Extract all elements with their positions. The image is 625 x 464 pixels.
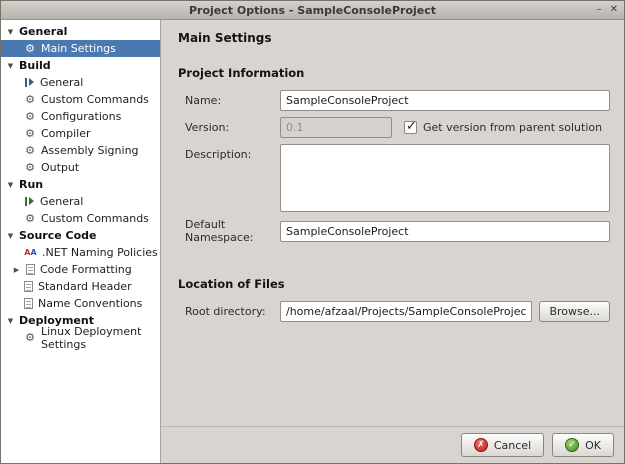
gear-icon: ⚙ [25, 110, 35, 123]
ok-button-label: OK [585, 438, 601, 452]
ok-button[interactable]: ✓ OK [552, 433, 614, 457]
tree-section-general[interactable]: ▼ General [1, 23, 160, 40]
cancel-x-icon: ✗ [473, 438, 488, 452]
gear-icon: ⚙ [25, 93, 35, 106]
run-icon [24, 196, 35, 207]
tree-section-build[interactable]: ▼ Build [1, 57, 160, 74]
close-icon[interactable]: ✕ [610, 5, 618, 15]
name-label: Name: [185, 94, 222, 107]
version-field [280, 117, 392, 138]
tree-item-linux-deployment-settings[interactable]: ⚙ Linux Deployment Settings [1, 325, 160, 351]
gear-icon: ⚙ [25, 42, 35, 55]
gear-icon: ⚙ [25, 127, 35, 140]
chevron-down-icon[interactable]: ▼ [6, 62, 15, 70]
tree-item-compiler[interactable]: ⚙ Compiler [1, 125, 160, 142]
tree-item-run-custom-commands[interactable]: ⚙ Custom Commands [1, 210, 160, 227]
dialog-footer: ✗ Cancel ✓ OK [161, 426, 624, 463]
build-icon [24, 77, 35, 88]
version-from-parent-option[interactable]: Get version from parent solution [404, 119, 603, 134]
main-panel: Main Settings Project Information Name: … [161, 20, 624, 463]
default-namespace-row: Default Namespace: [185, 218, 610, 244]
location-of-files-heading: Location of Files [178, 277, 285, 291]
project-information-heading: Project Information [178, 66, 305, 80]
tree-item-label: Configurations [41, 110, 122, 123]
project-options-dialog: Project Options - SampleConsoleProject –… [0, 0, 625, 464]
options-tree: ▼ General ⚙ Main Settings ▼ Build Genera… [1, 20, 161, 463]
name-row: Name: [185, 90, 610, 111]
tree-section-label: General [19, 25, 68, 38]
tree-section-source-code[interactable]: ▼ Source Code [1, 227, 160, 244]
tree-item-label: Custom Commands [41, 93, 149, 106]
version-label: Version: [185, 121, 230, 134]
tree-section-label: Build [19, 59, 51, 72]
root-directory-row: Root directory: Browse... [185, 301, 610, 322]
gear-icon: ⚙ [25, 331, 35, 344]
project-information-form: Name: Version: Get version from parent s… [178, 90, 610, 244]
main-settings-page: Main Settings Project Information Name: … [161, 20, 624, 426]
cancel-button-label: Cancel [493, 438, 532, 452]
tree-item-name-conventions[interactable]: Name Conventions [1, 295, 160, 312]
chevron-down-icon[interactable]: ▼ [6, 28, 15, 36]
tree-item-label: Main Settings [41, 42, 116, 55]
tree-item-label: Name Conventions [38, 297, 143, 310]
name-field[interactable] [280, 90, 610, 111]
tree-item-assembly-signing[interactable]: ⚙ Assembly Signing [1, 142, 160, 159]
tree-item-net-naming-policies[interactable]: AA .NET Naming Policies [1, 244, 160, 261]
tree-item-custom-commands[interactable]: ⚙ Custom Commands [1, 91, 160, 108]
description-label: Description: [185, 148, 252, 161]
cancel-button[interactable]: ✗ Cancel [460, 433, 545, 457]
tree-section-label: Source Code [19, 229, 97, 242]
root-directory-label: Root directory: [185, 305, 266, 318]
default-namespace-label: Default Namespace: [185, 218, 254, 244]
minimize-icon[interactable]: – [597, 5, 602, 15]
titlebar[interactable]: Project Options - SampleConsoleProject –… [1, 1, 624, 20]
tree-item-label: General [40, 195, 84, 208]
tree-item-label: Custom Commands [41, 212, 149, 225]
tree-item-run-general[interactable]: General [1, 193, 160, 210]
tree-item-label: Linux Deployment Settings [41, 324, 142, 351]
tree-section-label: Run [19, 178, 44, 191]
chevron-right-icon[interactable]: ▶ [12, 266, 21, 274]
default-namespace-field[interactable] [280, 220, 610, 242]
page-title: Main Settings [178, 31, 272, 45]
chevron-down-icon[interactable]: ▼ [6, 232, 15, 240]
browse-button[interactable]: Browse... [539, 301, 610, 322]
window-controls: – ✕ [597, 1, 618, 19]
window-title: Project Options - SampleConsoleProject [188, 3, 437, 17]
gear-icon: ⚙ [25, 212, 35, 225]
chevron-down-icon[interactable]: ▼ [6, 181, 15, 189]
tree-item-label: Standard Header [38, 280, 132, 293]
tree-item-output[interactable]: ⚙ Output [1, 159, 160, 176]
naming-policies-icon: AA [24, 248, 37, 257]
document-icon [24, 298, 33, 309]
description-field[interactable] [280, 144, 610, 212]
tree-item-label: Assembly Signing [41, 144, 139, 157]
gear-icon: ⚙ [25, 161, 35, 174]
document-icon [24, 281, 33, 292]
tree-item-configurations[interactable]: ⚙ Configurations [1, 108, 160, 125]
tree-item-label: .NET Naming Policies [42, 246, 158, 259]
description-row: Description: [185, 144, 610, 212]
gear-icon: ⚙ [25, 144, 35, 157]
ok-check-icon: ✓ [565, 438, 580, 452]
tree-item-standard-header[interactable]: Standard Header [1, 278, 160, 295]
tree-section-run[interactable]: ▼ Run [1, 176, 160, 193]
dialog-body: ▼ General ⚙ Main Settings ▼ Build Genera… [1, 20, 624, 463]
version-checkbox-label: Get version from parent solution [423, 121, 603, 134]
tree-item-label: General [40, 76, 84, 89]
tree-item-build-general[interactable]: General [1, 74, 160, 91]
tree-item-label: Code Formatting [40, 263, 132, 276]
root-directory-field[interactable] [280, 301, 533, 322]
document-icon [26, 264, 35, 275]
tree-item-main-settings[interactable]: ⚙ Main Settings [1, 40, 160, 57]
tree-item-label: Compiler [41, 127, 91, 140]
version-row: Version: Get version from parent solutio… [185, 117, 610, 138]
chevron-down-icon[interactable]: ▼ [6, 317, 15, 325]
tree-item-label: Output [41, 161, 80, 174]
checkbox-checked-icon[interactable] [404, 119, 417, 134]
tree-item-code-formatting[interactable]: ▶ Code Formatting [1, 261, 160, 278]
location-of-files-form: Root directory: Browse... [178, 301, 610, 322]
